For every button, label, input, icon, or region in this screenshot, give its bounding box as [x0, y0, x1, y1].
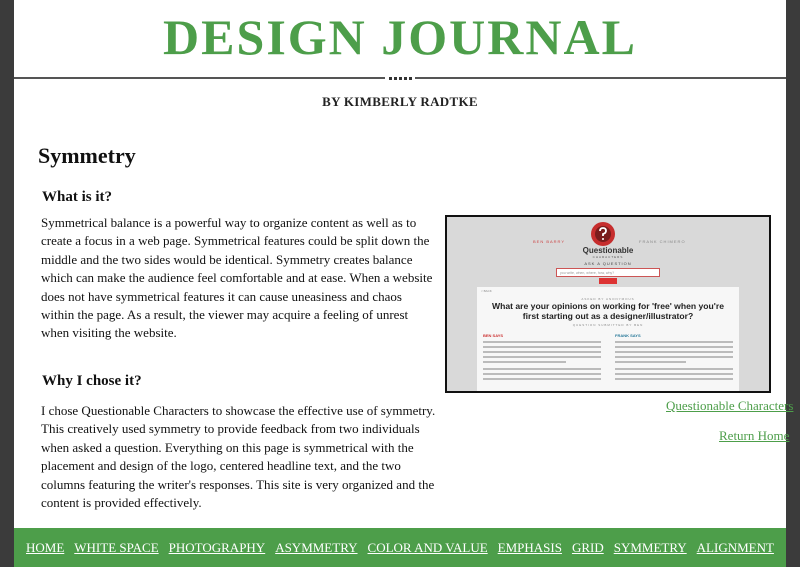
main-nav: HOME WHITE SPACE PHOTOGRAPHY ASYMMETRY C…: [14, 528, 786, 567]
question-head-logo-icon: [591, 222, 615, 246]
screenshot-logo-text: Questionable: [582, 246, 634, 255]
nav-emphasis[interactable]: EMPHASIS: [498, 540, 562, 556]
nav-color-and-value[interactable]: COLOR AND VALUE: [368, 540, 488, 556]
author-byline: BY KIMBERLY RADTKE: [322, 94, 478, 109]
why-chose-text: I chose Questionable Characters to showc…: [41, 403, 436, 511]
nav-alignment[interactable]: ALIGNMENT: [697, 540, 774, 556]
screenshot-question-card: < BACK ASKED BY ANONYMOUS What are your …: [477, 287, 739, 391]
screenshot-left-name: BEN SAYS: [483, 333, 504, 338]
nav-symmetry[interactable]: SYMMETRY: [614, 540, 687, 556]
screenshot-headline: What are your opinions on working for 'f…: [492, 301, 724, 321]
why-chose-heading: Why I chose it?: [42, 373, 142, 389]
nav-photography[interactable]: PHOTOGRAPHY: [169, 540, 266, 556]
screenshot-right-name: FRANK SAYS: [615, 333, 641, 338]
nav-asymmetry[interactable]: ASYMMETRY: [275, 540, 357, 556]
screenshot-submitted-label: QUESTION SUBMITTED BY BEN: [572, 323, 644, 327]
screenshot-search-box: you write, when, where, how, why?: [556, 268, 660, 277]
screenshot-tagline-left: BEN BARRY: [533, 239, 566, 244]
screenshot-ask-label: ASK A QUESTION: [584, 261, 632, 266]
site-title: DESIGN JOURNAL: [163, 9, 637, 65]
screenshot-left-column: BEN SAYS: [483, 333, 601, 383]
return-home-link[interactable]: Return Home: [719, 428, 789, 444]
example-screenshot: BEN BARRY FRANK CHIMERO Questionable CHA…: [445, 215, 771, 393]
nav-home[interactable]: HOME: [26, 540, 64, 556]
what-is-it-heading: What is it?: [42, 189, 113, 205]
screenshot-logo-sub: CHARACTERS: [592, 255, 624, 259]
screenshot-ask-button: [599, 278, 617, 284]
page-title: Symmetry: [38, 143, 136, 168]
what-is-it-text: Symmetrical balance is a powerful way to…: [41, 215, 433, 341]
screenshot-tagline-right: FRANK CHIMERO: [639, 239, 686, 244]
questionable-characters-link[interactable]: Questionable Characters: [666, 398, 793, 414]
screenshot-right-column: FRANK SAYS: [615, 333, 733, 383]
nav-white-space[interactable]: WHITE SPACE: [74, 540, 158, 556]
nav-grid[interactable]: GRID: [572, 540, 604, 556]
page: DESIGN JOURNAL BY KIMBERLY RADTKE Symmet…: [14, 0, 793, 567]
divider-ornament: [385, 75, 415, 81]
screenshot-back-label: < BACK: [481, 289, 492, 293]
